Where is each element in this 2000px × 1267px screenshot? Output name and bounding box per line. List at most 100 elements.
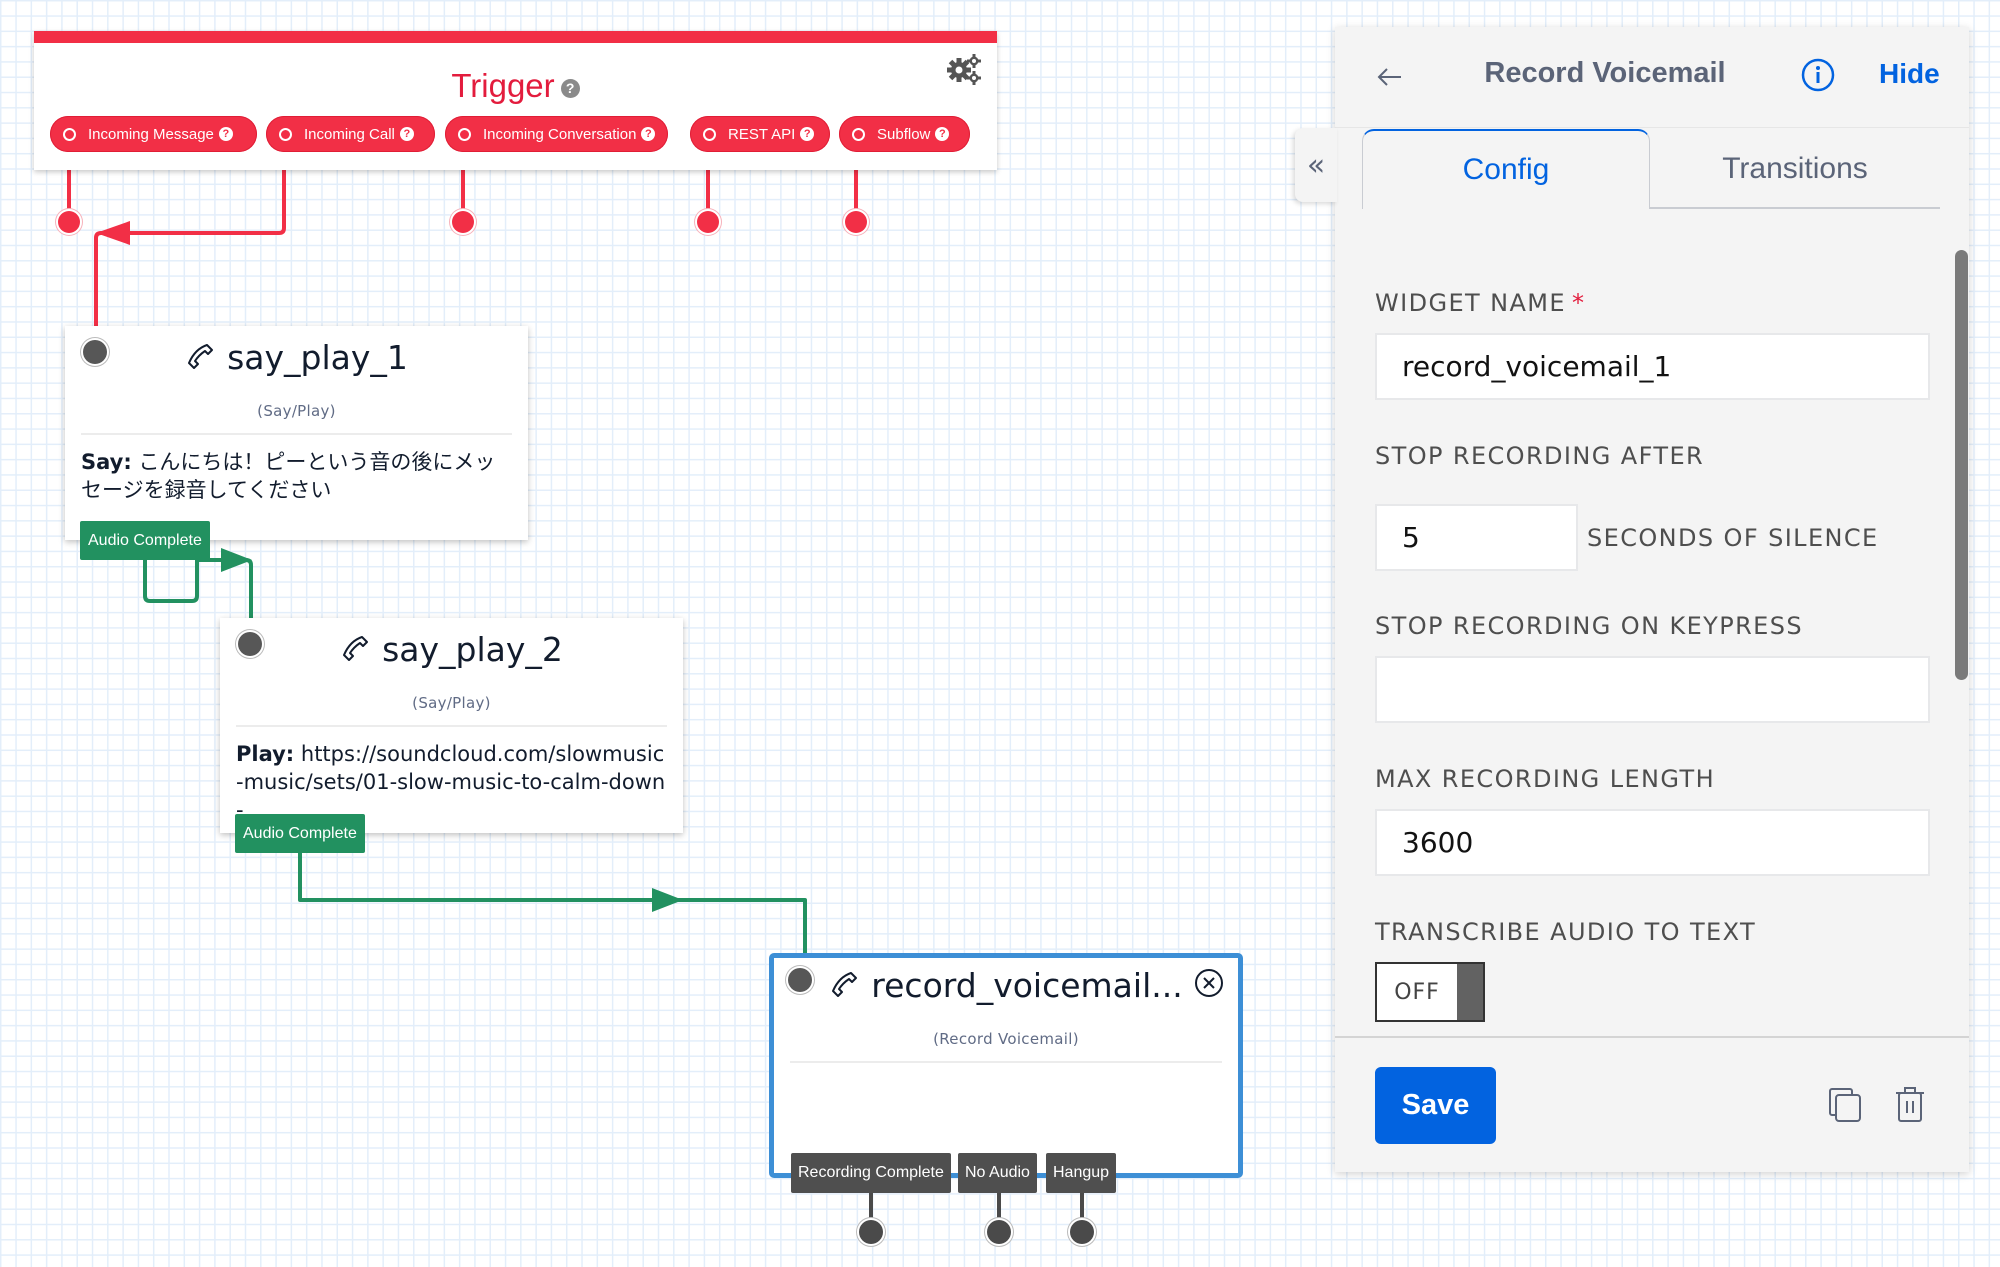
divider bbox=[790, 1061, 1222, 1063]
max-recording-length-label: MAX RECORDING LENGTH bbox=[1375, 765, 1716, 793]
radio-ring-icon bbox=[458, 127, 471, 141]
wire-incoming-call-to-say-play-1 bbox=[94, 150, 286, 326]
widget-title: say_play_1 bbox=[65, 338, 528, 377]
widget-config-panel: Record Voicemail Hide Config Transitions… bbox=[1335, 27, 1969, 1172]
body-text: https://soundcloud.com/slowmusic-music/s… bbox=[236, 742, 666, 822]
pill-label: Incoming Conversation bbox=[483, 125, 637, 143]
label-text: WIDGET NAME bbox=[1375, 289, 1566, 317]
arrow-left-icon[interactable] bbox=[1375, 65, 1403, 89]
widget-say-play-1[interactable]: say_play_1 (Say/Play) Say: こんにちは！ピーという音の… bbox=[65, 326, 528, 540]
trigger-output-incoming-conversation[interactable] bbox=[452, 211, 474, 233]
wire-say-play-2-to-record-voicemail bbox=[298, 853, 807, 958]
tab-config[interactable]: Config bbox=[1362, 129, 1650, 209]
trigger-output-incoming-message[interactable] bbox=[58, 211, 80, 233]
widget-title: say_play_2 bbox=[220, 630, 683, 669]
arrowhead-audio-complete-2 bbox=[652, 888, 683, 912]
required-mark: * bbox=[1571, 289, 1586, 317]
transcribe-toggle[interactable]: OFF bbox=[1375, 962, 1485, 1022]
toggle-state: OFF bbox=[1394, 979, 1440, 1005]
transition-recording-complete[interactable]: Recording Complete bbox=[791, 1153, 951, 1193]
widget-name: say_play_1 bbox=[227, 338, 408, 377]
radio-ring-icon bbox=[852, 127, 865, 141]
close-icon[interactable] bbox=[1194, 968, 1224, 998]
trigger-pill-rest-api[interactable]: REST API ? bbox=[690, 116, 830, 152]
widget-say-play-2[interactable]: say_play_2 (Say/Play) Play: https://soun… bbox=[220, 618, 683, 833]
copy-icon[interactable] bbox=[1828, 1087, 1862, 1123]
tab-transitions[interactable]: Transitions bbox=[1650, 129, 1940, 209]
widget-name: say_play_2 bbox=[382, 630, 563, 669]
body-text: こんにちは！ピーという音の後にメッセージを録音してください bbox=[81, 450, 496, 502]
toggle-knob bbox=[1457, 964, 1483, 1020]
widget-name: record_voicemail... bbox=[871, 966, 1183, 1005]
transcribe-label: TRANSCRIBE AUDIO TO TEXT bbox=[1375, 918, 1757, 946]
arrowhead-audio-complete-1 bbox=[221, 548, 252, 572]
radio-ring-icon bbox=[63, 127, 76, 141]
widget-type: (Say/Play) bbox=[412, 694, 491, 712]
transition-no-audio[interactable]: No Audio bbox=[958, 1153, 1037, 1193]
transition-audio-complete-1[interactable]: Audio Complete bbox=[80, 521, 210, 560]
trigger-pill-incoming-conversation[interactable]: Incoming Conversation ? bbox=[445, 116, 668, 152]
pill-label: REST API bbox=[728, 125, 796, 143]
trigger-widget[interactable]: Trigger? Incoming Message ? Incoming Cal… bbox=[34, 31, 997, 170]
save-button[interactable]: Save bbox=[1375, 1067, 1496, 1144]
widget-type: (Record Voicemail) bbox=[933, 1030, 1079, 1048]
trigger-pill-subflow[interactable]: Subflow ? bbox=[839, 116, 970, 152]
transition-hangup[interactable]: Hangup bbox=[1046, 1153, 1117, 1193]
header-divider bbox=[1335, 127, 1969, 128]
transition-audio-complete-2[interactable]: Audio Complete bbox=[235, 814, 365, 853]
panel-header: Record Voicemail Hide bbox=[1335, 27, 1969, 127]
output-port-hangup[interactable] bbox=[1070, 1220, 1094, 1244]
panel-scrollbar[interactable] bbox=[1955, 250, 1968, 680]
stop-recording-after-label: STOP RECORDING AFTER bbox=[1375, 442, 1705, 470]
widget-record-voicemail[interactable]: record_voicemail... (Record Voicemail) bbox=[769, 953, 1243, 1178]
radio-ring-icon bbox=[279, 127, 292, 141]
panel-title: Record Voicemail bbox=[1484, 57, 1726, 89]
pill-label: Subflow bbox=[877, 125, 931, 143]
trigger-title-text: Trigger bbox=[451, 67, 555, 104]
divider bbox=[236, 725, 667, 727]
phone-icon bbox=[343, 636, 369, 661]
widget-name-input[interactable]: record_voicemail_1 bbox=[1375, 333, 1930, 400]
output-port-no-audio[interactable] bbox=[987, 1220, 1011, 1244]
widget-title: record_voicemail... bbox=[774, 966, 1238, 1005]
phone-icon bbox=[188, 344, 214, 369]
footer-divider bbox=[1335, 1036, 1969, 1038]
phone-icon bbox=[832, 972, 858, 997]
trash-icon[interactable] bbox=[1894, 1085, 1926, 1123]
trigger-pill-incoming-message[interactable]: Incoming Message ? bbox=[50, 116, 257, 152]
arrowhead-incoming-call bbox=[96, 221, 130, 245]
widget-body: Play: https://soundcloud.com/slowmusic-m… bbox=[236, 740, 667, 824]
double-chevron-left-icon: « bbox=[1306, 147, 1326, 183]
question-circle-icon[interactable]: ? bbox=[399, 127, 414, 141]
trigger-title: Trigger? bbox=[34, 67, 997, 105]
question-circle-icon[interactable]: ? bbox=[218, 127, 233, 141]
question-circle-icon[interactable]: ? bbox=[800, 127, 815, 141]
info-icon[interactable] bbox=[1801, 58, 1835, 92]
tab-underline bbox=[1650, 207, 1940, 209]
trigger-output-rest-api[interactable] bbox=[697, 211, 719, 233]
question-circle-icon[interactable]: ? bbox=[935, 127, 950, 141]
radio-ring-icon bbox=[703, 127, 716, 141]
output-port-recording-complete[interactable] bbox=[859, 1220, 883, 1244]
trigger-output-subflow[interactable] bbox=[845, 211, 867, 233]
body-label: Play: bbox=[236, 742, 295, 766]
pill-label: Incoming Call bbox=[304, 125, 395, 143]
widget-type: (Say/Play) bbox=[257, 402, 336, 420]
trigger-pill-incoming-call[interactable]: Incoming Call ? bbox=[266, 116, 435, 152]
wire-say-play-1-to-say-play-2 bbox=[143, 558, 253, 618]
hide-link[interactable]: Hide bbox=[1879, 58, 1940, 90]
max-recording-length-input[interactable]: 3600 bbox=[1375, 809, 1930, 876]
body-label: Say: bbox=[81, 450, 132, 474]
question-circle-icon[interactable]: ? bbox=[641, 127, 656, 141]
widget-name-label: WIDGET NAME * bbox=[1375, 289, 1585, 317]
gears-icon[interactable] bbox=[947, 53, 983, 87]
stop-recording-on-keypress-input[interactable] bbox=[1375, 656, 1930, 723]
stop-recording-after-input[interactable]: 5 bbox=[1375, 504, 1578, 571]
collapse-panel-button[interactable]: « bbox=[1295, 128, 1337, 202]
pill-label: Incoming Message bbox=[88, 125, 214, 143]
seconds-of-silence-label: SECONDS OF SILENCE bbox=[1587, 524, 1879, 552]
divider bbox=[81, 433, 512, 435]
widget-body: Say: こんにちは！ピーという音の後にメッセージを録音してください bbox=[81, 448, 512, 504]
question-circle-icon[interactable]: ? bbox=[560, 78, 580, 98]
stop-recording-on-keypress-label: STOP RECORDING ON KEYPRESS bbox=[1375, 612, 1804, 640]
